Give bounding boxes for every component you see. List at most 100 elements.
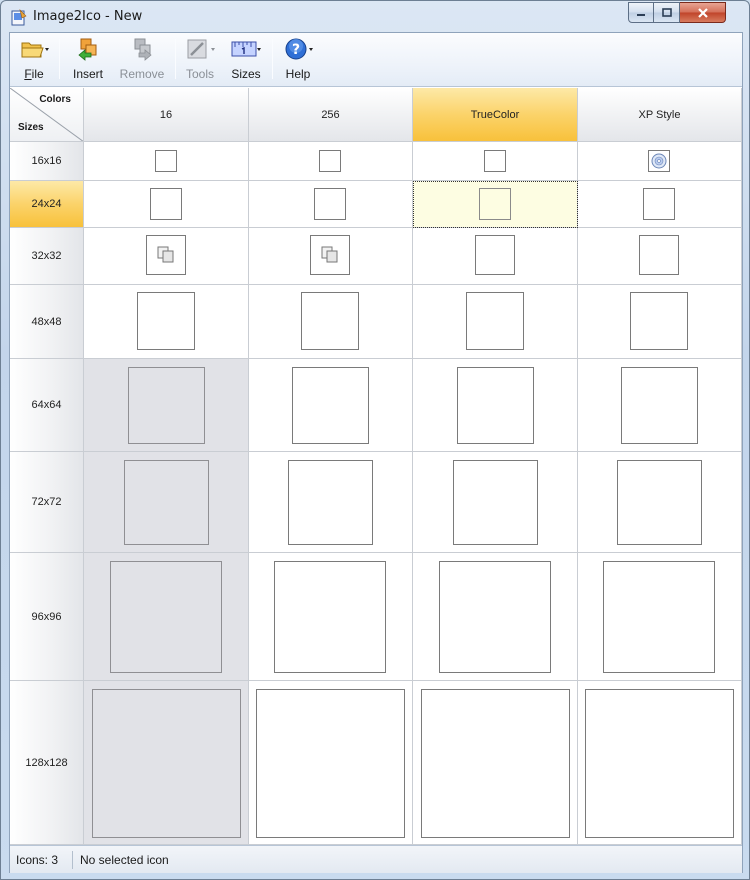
row-header-128x128[interactable]: 128x128 — [10, 681, 84, 845]
close-icon — [697, 7, 708, 18]
toolbar-separator — [175, 39, 176, 79]
icon-slot-disabled — [84, 359, 249, 452]
icon-frame — [292, 367, 369, 444]
sizes-label: Sizes — [231, 67, 261, 81]
icon-slot[interactable] — [413, 553, 578, 681]
sizes-axis-label: Sizes — [18, 122, 44, 133]
icon-frame — [453, 460, 538, 545]
icon-slot[interactable] — [578, 181, 742, 228]
icon-frame — [475, 235, 515, 275]
row-header-24x24[interactable]: 24x24 — [10, 181, 84, 228]
sizes-button[interactable]: Sizes — [226, 37, 266, 83]
icon-slot[interactable] — [249, 359, 413, 452]
icon-slot[interactable] — [413, 681, 578, 845]
icon-frame — [274, 561, 386, 673]
copy-icon — [157, 246, 174, 263]
icon-slot[interactable] — [578, 359, 742, 452]
icon-frame — [439, 561, 551, 673]
icon-frame — [639, 235, 679, 275]
icon-slot[interactable] — [578, 142, 742, 181]
window-frame: Image2Ico - New File Insert Remove Tools… — [0, 0, 750, 880]
icon-slot[interactable] — [578, 228, 742, 285]
title-bar[interactable]: Image2Ico - New — [1, 1, 749, 33]
minimize-icon — [637, 13, 645, 16]
status-separator — [72, 851, 73, 869]
icon-slot-disabled — [84, 681, 249, 845]
row-header-32x32[interactable]: 32x32 — [10, 228, 84, 285]
icon-slot[interactable] — [84, 142, 249, 181]
tools-button[interactable]: Tools — [180, 37, 220, 83]
icon-slot[interactable] — [413, 142, 578, 181]
icon-slot-disabled — [84, 452, 249, 553]
icon-slot[interactable] — [413, 285, 578, 359]
icon-count: Icons: 3 — [16, 853, 59, 867]
icon-slot[interactable] — [578, 285, 742, 359]
cd-icon — [651, 153, 667, 169]
column-header-truecolor[interactable]: TrueColor — [413, 88, 578, 142]
icon-slot[interactable] — [249, 452, 413, 553]
icon-frame — [128, 367, 205, 444]
icon-frame — [146, 235, 186, 275]
file-label: File — [24, 67, 44, 81]
row-header-72x72[interactable]: 72x72 — [10, 452, 84, 553]
icon-frame — [155, 150, 177, 172]
icon-slot[interactable] — [84, 285, 249, 359]
icon-frame — [621, 367, 698, 444]
icon-frame — [92, 689, 241, 838]
row-header-96x96[interactable]: 96x96 — [10, 553, 84, 681]
tools-icon — [187, 39, 215, 59]
icon-slot[interactable] — [249, 228, 413, 285]
icon-frame — [630, 292, 688, 350]
remove-image-icon — [134, 38, 152, 61]
icon-slot[interactable] — [578, 553, 742, 681]
window-title: Image2Ico - New — [33, 9, 143, 24]
file-menu-button[interactable]: File — [14, 37, 54, 83]
icon-frame — [319, 150, 341, 172]
icon-slot-disabled — [84, 553, 249, 681]
icon-frame — [124, 460, 209, 545]
icon-frame — [479, 188, 511, 220]
icon-frame — [421, 689, 570, 838]
icon-slot[interactable] — [578, 452, 742, 553]
icon-slot[interactable] — [578, 681, 742, 845]
icon-slot[interactable] — [249, 553, 413, 681]
icon-frame — [150, 188, 182, 220]
column-header-256[interactable]: 256 — [249, 88, 413, 142]
icon-frame — [643, 188, 675, 220]
insert-button[interactable]: Insert — [67, 37, 109, 83]
icon-slot[interactable] — [413, 228, 578, 285]
icon-slot[interactable] — [413, 452, 578, 553]
icon-slot[interactable] — [413, 359, 578, 452]
minimize-button[interactable] — [628, 2, 654, 23]
app-icon — [11, 9, 27, 26]
help-button[interactable]: ? Help — [278, 37, 318, 83]
copy-icon — [321, 246, 338, 263]
icon-slot[interactable] — [249, 285, 413, 359]
close-button[interactable] — [680, 2, 726, 23]
selection-status: No selected icon — [80, 853, 169, 867]
row-header-64x64[interactable]: 64x64 — [10, 359, 84, 452]
row-header-16x16[interactable]: 16x16 — [10, 142, 84, 181]
icon-slot[interactable] — [84, 228, 249, 285]
icon-frame — [288, 460, 373, 545]
icon-slot[interactable] — [249, 142, 413, 181]
icon-frame — [648, 150, 670, 172]
remove-label: Remove — [119, 67, 165, 81]
icon-slot[interactable] — [249, 181, 413, 228]
column-header-xp-style[interactable]: XP Style — [578, 88, 742, 142]
icon-frame — [110, 561, 222, 673]
maximize-button[interactable] — [654, 2, 680, 23]
remove-button[interactable]: Remove — [114, 37, 170, 83]
icon-frame — [314, 188, 346, 220]
insert-label: Insert — [72, 67, 103, 81]
maximize-icon — [661, 7, 672, 17]
icon-slot-selected[interactable] — [413, 181, 578, 228]
icon-slot[interactable] — [249, 681, 413, 845]
insert-image-icon — [78, 38, 97, 61]
column-header-16[interactable]: 16 — [84, 88, 249, 142]
row-header-48x48[interactable]: 48x48 — [10, 285, 84, 359]
icon-frame — [617, 460, 702, 545]
icon-frame — [310, 235, 350, 275]
icon-frame — [256, 689, 405, 838]
icon-slot[interactable] — [84, 181, 249, 228]
